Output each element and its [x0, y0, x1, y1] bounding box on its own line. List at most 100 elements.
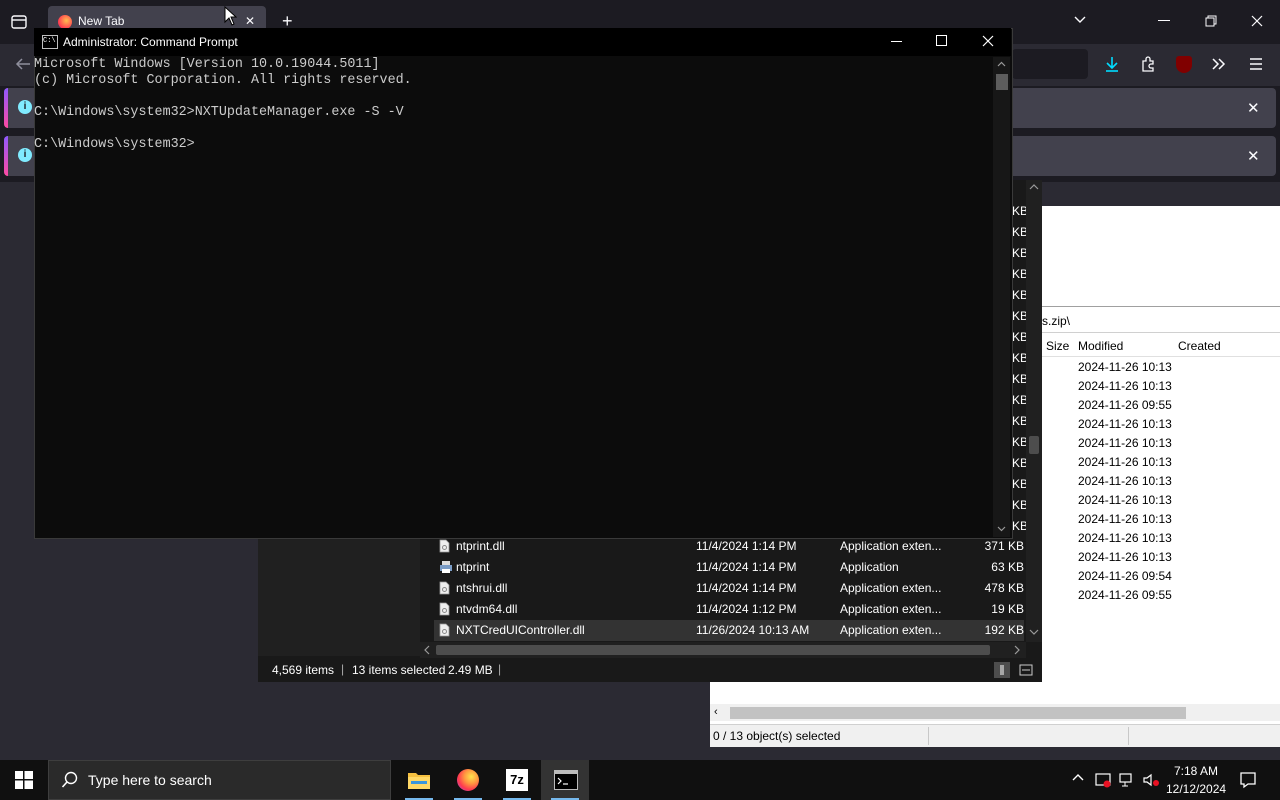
column-header-modified[interactable]: Modified — [1078, 339, 1123, 353]
notification-close-icon[interactable]: ✕ — [1247, 147, 1260, 165]
notification-close-icon[interactable]: ✕ — [1247, 99, 1260, 117]
item-count: 4,569 items — [272, 663, 335, 677]
scroll-left-arrow-icon[interactable] — [423, 645, 431, 655]
show-hidden-icons-chevron-up-icon[interactable] — [1072, 773, 1084, 783]
details-view-icon[interactable] — [994, 662, 1010, 678]
scroll-left-arrow-icon[interactable]: ‹ — [714, 706, 718, 718]
close-window-icon[interactable] — [1250, 14, 1264, 28]
7zip-scroll-thumb[interactable] — [730, 707, 1186, 719]
archive-item-modified: 2024-11-26 10:13 — [1078, 455, 1172, 469]
archive-item-modified: 2024-11-26 10:13 — [1078, 531, 1172, 545]
dll-icon — [439, 539, 450, 553]
file-type: Application exten... — [840, 602, 942, 616]
column-header-created[interactable]: Created — [1178, 339, 1221, 353]
cmd-console-output[interactable]: Microsoft Windows [Version 10.0.19044.50… — [34, 57, 992, 537]
cmd-window-title: Administrator: Command Prompt — [63, 35, 238, 49]
firefox-view-icon[interactable] — [10, 13, 28, 31]
file-name: ntprint.dll — [456, 539, 505, 553]
archive-item-modified: 2024-11-26 10:13 — [1078, 379, 1172, 393]
file-type: Application exten... — [840, 539, 942, 553]
more-tools-chevrons-icon[interactable] — [1211, 57, 1227, 71]
scroll-up-arrow-icon[interactable] — [997, 61, 1006, 68]
file-row[interactable]: ntvdm64.dll 11/4/2024 1:12 PM Application … — [434, 599, 1024, 620]
info-icon: i — [18, 100, 32, 114]
file-name: ntshrui.dll — [456, 581, 508, 595]
explorer-horizontal-thumb[interactable] — [436, 645, 990, 655]
archive-item-modified: 2024-11-26 10:13 — [1078, 474, 1172, 488]
clock-time[interactable]: 7:18 AM — [1166, 764, 1226, 778]
cmd-minimize-icon[interactable] — [891, 41, 902, 42]
cmd-maximize-icon[interactable] — [936, 35, 947, 46]
notifications-icon[interactable] — [1239, 771, 1257, 789]
url-bar[interactable] — [1012, 49, 1088, 79]
taskbar-file-explorer[interactable] — [395, 760, 443, 800]
clock-date[interactable]: 12/12/2024 — [1166, 782, 1226, 796]
7zip-status-bar: 0 / 13 object(s) selected — [710, 724, 1280, 747]
file-size: 478 KB — [984, 581, 1024, 595]
printer-icon — [439, 560, 452, 574]
network-icon[interactable] — [1119, 772, 1135, 788]
file-row[interactable]: ntprint 11/4/2024 1:14 PM Application 63 KB — [434, 557, 1024, 578]
scroll-down-arrow-icon[interactable] — [997, 525, 1006, 532]
archive-path: s.zip\ — [1042, 314, 1071, 328]
status-separator: | — [498, 662, 502, 676]
column-header-size[interactable]: Size — [1046, 339, 1069, 353]
mouse-cursor-icon — [224, 6, 237, 26]
minimize-icon[interactable] — [1158, 20, 1170, 21]
explorer-navigation-pane — [258, 536, 420, 656]
extensions-icon[interactable] — [1140, 56, 1156, 72]
explorer-vertical-scrollbar[interactable] — [1026, 180, 1042, 642]
console-line: C:\Windows\system32>NXTUpdateManager.exe… — [34, 105, 404, 120]
explorer-scroll-thumb[interactable] — [1029, 436, 1039, 454]
cmd-close-icon[interactable] — [982, 35, 994, 47]
dll-icon — [439, 602, 450, 616]
selected-count: 13 items selected — [352, 663, 446, 677]
file-name: ntvdm64.dll — [456, 602, 518, 616]
7zip-icon: 7z — [506, 769, 528, 791]
scroll-right-arrow-icon[interactable] — [1013, 645, 1021, 655]
file-size: 192 KB — [984, 623, 1024, 637]
archive-item-modified: 2024-11-26 09:55 — [1078, 398, 1172, 412]
archive-item-modified: 2024-11-26 10:13 — [1078, 493, 1172, 507]
archive-item-modified: 2024-11-26 10:13 — [1078, 360, 1172, 374]
scroll-up-arrow-icon[interactable] — [1029, 183, 1039, 191]
scroll-down-arrow-icon[interactable] — [1029, 628, 1039, 636]
start-windows-icon[interactable] — [15, 771, 33, 789]
archive-item-modified: 2024-11-26 10:13 — [1078, 436, 1172, 450]
taskbar-command-prompt[interactable] — [541, 760, 589, 800]
archive-item-modified: 2024-11-26 09:54 — [1078, 569, 1172, 583]
file-type: Application — [840, 560, 899, 574]
cmd-scroll-thumb[interactable] — [996, 74, 1008, 90]
menu-hamburger-icon[interactable] — [1248, 57, 1264, 71]
file-row[interactable]: ntprint.dll 11/4/2024 1:14 PM Application … — [434, 536, 1024, 557]
file-name: NXTCredUIController.dll — [456, 623, 585, 637]
taskbar-firefox[interactable] — [444, 760, 492, 800]
file-type: Application exten... — [840, 581, 942, 595]
downloads-icon[interactable] — [1103, 55, 1121, 73]
cmd-vertical-scrollbar[interactable] — [993, 57, 1010, 537]
explorer-status-bar: 4,569 items | 13 items selected 2.49 MB … — [258, 658, 1042, 682]
restore-icon[interactable] — [1204, 14, 1218, 28]
large-icons-view-icon[interactable] — [1018, 662, 1034, 678]
ublock-origin-icon[interactable] — [1176, 56, 1192, 73]
tab-close-icon[interactable]: ✕ — [245, 14, 255, 28]
selected-size: 2.49 MB — [448, 663, 493, 677]
file-size: 371 KB — [984, 539, 1024, 553]
console-line: C:\Windows\system32> — [34, 137, 195, 152]
defender-warning-icon[interactable] — [1095, 772, 1111, 788]
taskbar-7zip[interactable]: 7z — [493, 760, 541, 800]
archive-item-modified: 2024-11-26 10:13 — [1078, 550, 1172, 564]
status-separator: | — [341, 662, 345, 676]
back-arrow-icon[interactable] — [14, 56, 32, 72]
dll-icon — [439, 623, 450, 637]
firefox-tab-icon — [58, 15, 72, 29]
console-line: Microsoft Windows [Version 10.0.19044.50… — [34, 57, 380, 72]
file-date-modified: 11/4/2024 1:14 PM — [696, 539, 797, 553]
terminal-icon — [554, 770, 578, 790]
volume-muted-icon[interactable] — [1142, 772, 1160, 788]
list-tabs-chevron-down-icon[interactable] — [1072, 14, 1088, 26]
file-row[interactable]: ntshrui.dll 11/4/2024 1:14 PM Application … — [434, 578, 1024, 599]
file-row[interactable]: NXTCredUIController.dll 11/26/2024 10:13 … — [434, 620, 1024, 641]
dll-icon — [439, 581, 450, 595]
